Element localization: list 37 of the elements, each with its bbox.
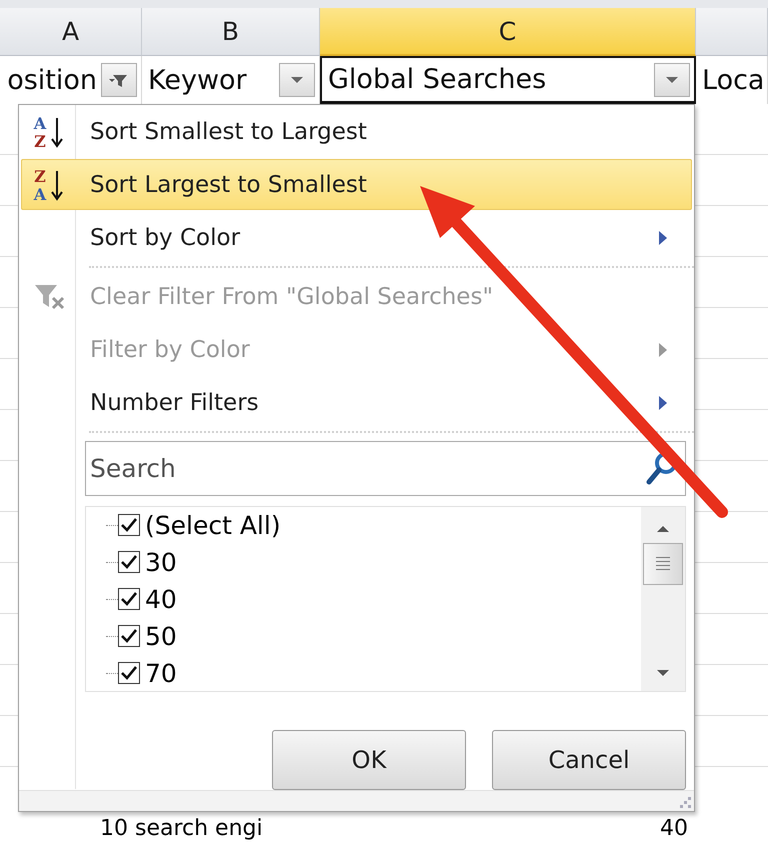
header-text: Keywor (148, 64, 247, 96)
ok-button[interactable]: OK (272, 730, 466, 790)
menu-item[interactable]: Sort by Color (21, 212, 692, 264)
value-label: 50 (145, 622, 177, 651)
column-header[interactable]: A (0, 8, 142, 56)
checkbox[interactable] (118, 514, 140, 536)
caret-icon (290, 76, 304, 84)
scroll-down-icon[interactable] (656, 668, 670, 677)
dropdown-button[interactable] (654, 62, 690, 96)
header-text: osition (7, 64, 97, 96)
menu-item[interactable]: A Z Sort Smallest to Largest (21, 106, 692, 158)
filter-button[interactable] (101, 63, 137, 97)
value-label: 30 (145, 548, 177, 577)
checkbox[interactable] (118, 625, 140, 648)
checkbox[interactable] (118, 588, 140, 610)
checkbox[interactable] (118, 662, 140, 684)
submenu-arrow-icon (659, 396, 667, 410)
column-header[interactable]: C (320, 8, 696, 56)
scroll-up-icon[interactable] (656, 524, 670, 533)
submenu-arrow-icon (659, 230, 667, 245)
header-text: Global Searches (328, 64, 546, 95)
dropdown-button[interactable] (279, 63, 315, 97)
header-text: Loca (702, 64, 764, 96)
cell-text: 40 (660, 816, 688, 840)
column-header[interactable]: B (142, 8, 320, 56)
value-label: 70 (145, 658, 177, 688)
menu-item[interactable]: Z A Sort Largest to Smallest (21, 159, 692, 210)
menu-item[interactable]: Number Filters (21, 377, 692, 428)
scrollbar[interactable] (641, 506, 685, 691)
cell-text: 10 search engi (100, 816, 263, 840)
resize-grip-icon (680, 797, 692, 810)
caret-icon (665, 76, 679, 84)
checkbox[interactable] (118, 551, 140, 574)
cancel-button[interactable]: Cancel (492, 730, 686, 790)
value-label: 40 (145, 584, 177, 614)
submenu-arrow-icon (659, 342, 667, 357)
value-label: (Select All) (145, 510, 281, 540)
